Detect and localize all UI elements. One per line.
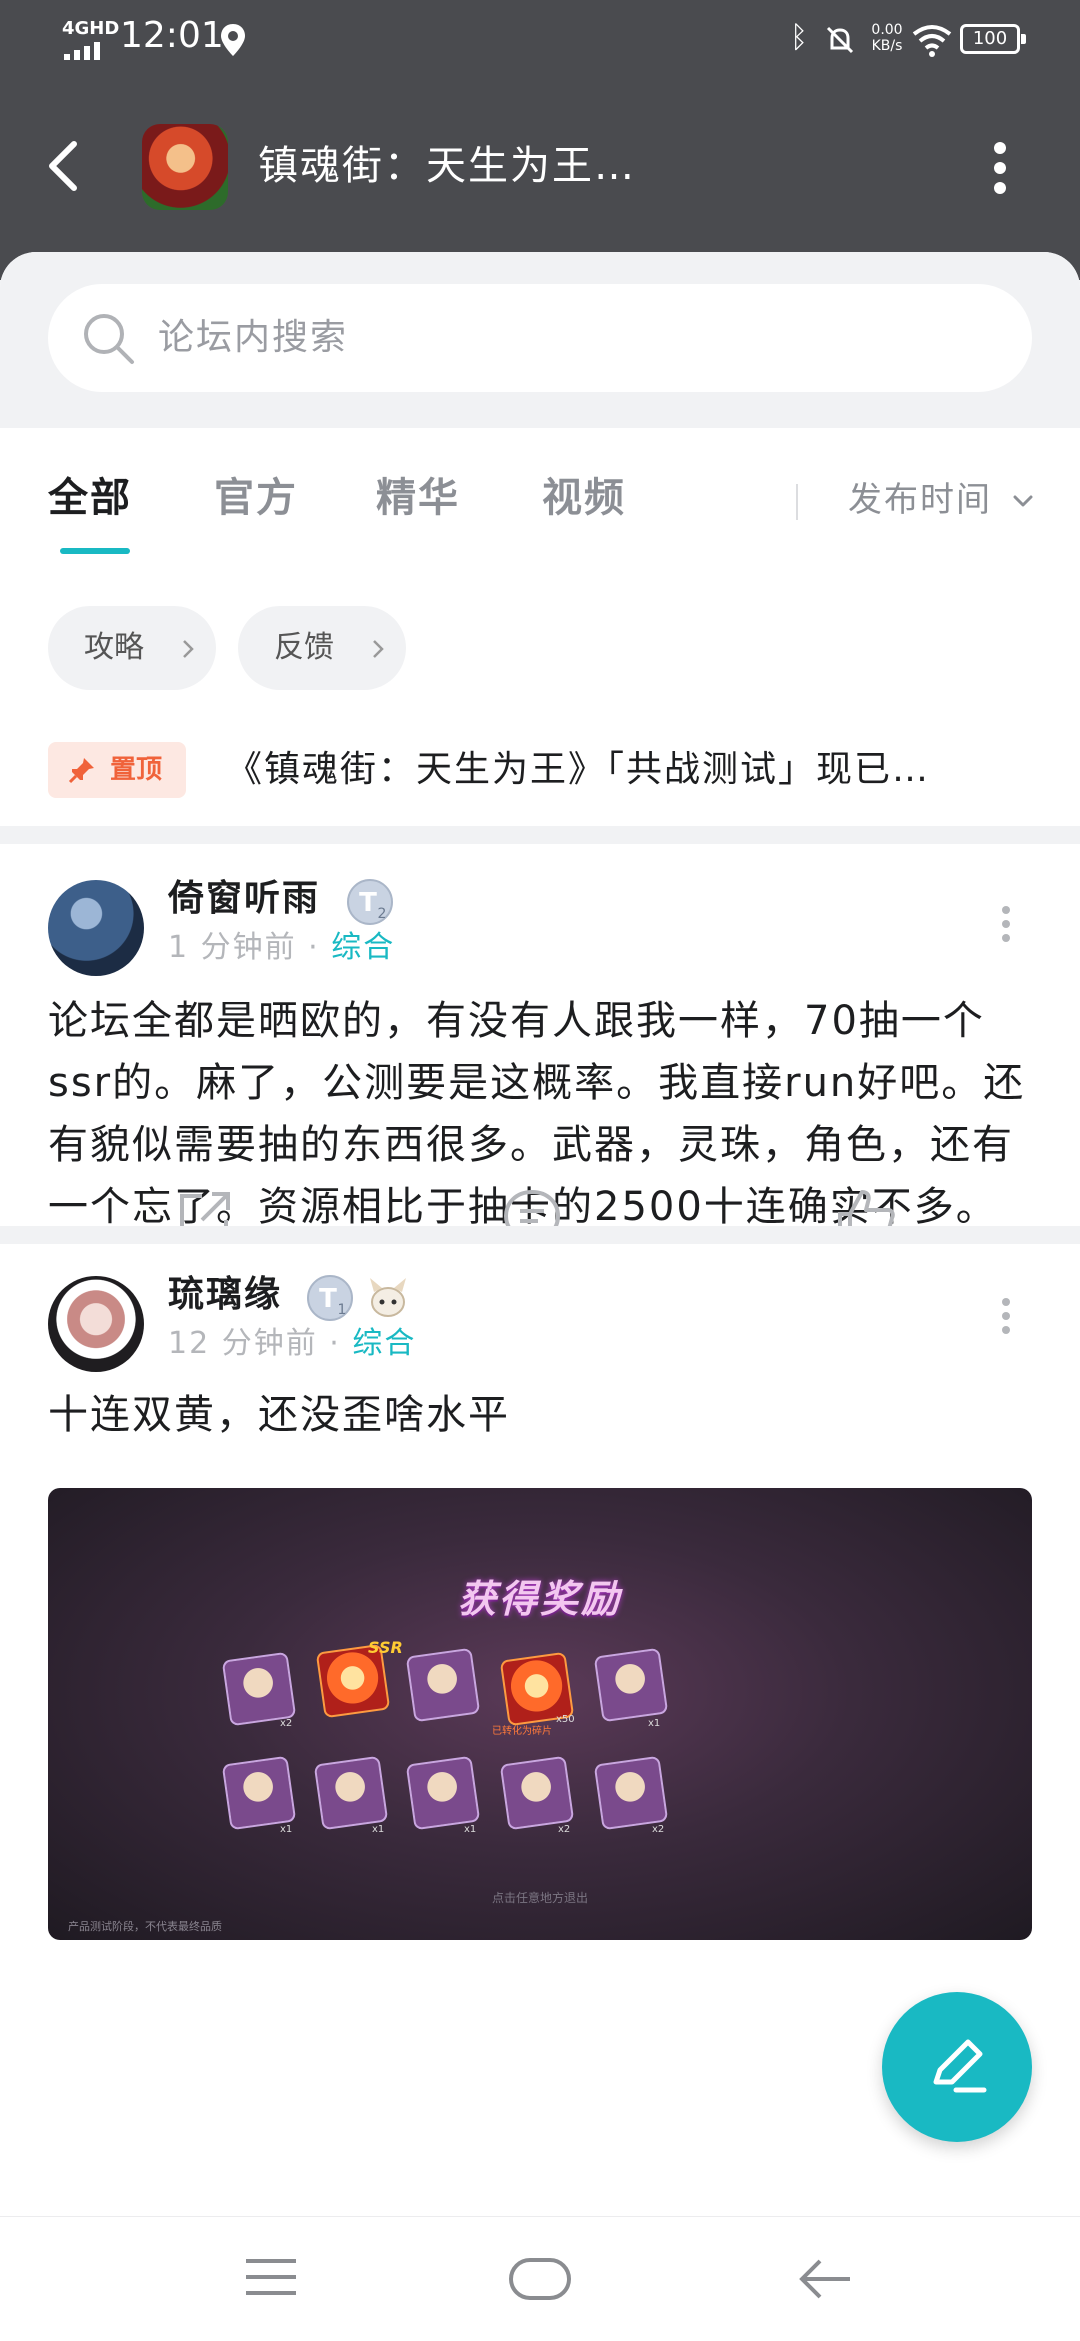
meta-separator: · xyxy=(308,930,320,965)
author-name[interactable]: 琉璃缘 xyxy=(168,1272,282,1318)
menu-icon[interactable] xyxy=(244,2257,298,2297)
back-arrow-icon[interactable] xyxy=(40,136,90,196)
reward-count: x1 xyxy=(648,1718,661,1729)
reward-count: x2 xyxy=(652,1824,665,1835)
image-footer-note: 产品测试阶段，不代表最终品质 xyxy=(68,1920,222,1933)
chip-label: 攻略 xyxy=(84,630,144,665)
chip-label: 反馈 xyxy=(274,630,334,665)
author-name[interactable]: 倚窗听雨 xyxy=(168,876,320,922)
tab-video[interactable]: 视频 xyxy=(542,472,626,524)
app-header: 4GHD 12:01 ᛒ 0.00 KB/s 100 镇魂街：天生为王… xyxy=(0,0,1080,280)
chevron-right-icon xyxy=(373,640,384,658)
image-exit-hint: 点击任意地方退出 xyxy=(491,1891,588,1905)
compose-button[interactable] xyxy=(882,1992,1032,2142)
avatar[interactable] xyxy=(48,880,144,976)
battery-indicator: 100 xyxy=(960,24,1026,54)
divider xyxy=(796,484,798,520)
svg-text:1: 1 xyxy=(338,1302,347,1318)
wifi-icon xyxy=(912,25,952,57)
image-reward-title: 获得奖励 xyxy=(457,1577,622,1621)
reward-card xyxy=(313,1755,389,1831)
system-navigation-bar xyxy=(0,2216,1080,2341)
level-badge-icon: T 2 xyxy=(347,879,393,925)
pinned-title: 《镇魂街：天生为王》「共战测试」现已… xyxy=(226,749,931,790)
post-more-icon[interactable] xyxy=(1000,1296,1012,1336)
system-back-icon[interactable] xyxy=(798,2257,852,2301)
tab-bar: 全部 官方 精华 视频 发布时间 xyxy=(0,428,1080,558)
search-icon xyxy=(84,314,134,364)
post-body[interactable]: 十连双黄，还没歪啥水平 xyxy=(48,1384,1038,1446)
post-time: 12 分钟前 xyxy=(168,1326,318,1361)
compose-pen-icon xyxy=(933,2039,987,2093)
post-card[interactable]: 倚窗听雨 T 2 1 分钟前 · 综合 论坛全都是晒欧的，有没有人跟我一样，70… xyxy=(0,844,1080,1292)
post-card[interactable]: 琉璃缘 T 1 12 分钟前 · 综合 十连双黄，还没歪啥水平 获得奖励 SSR xyxy=(0,1244,1080,2292)
converted-note: 已转化为碎片 xyxy=(492,1726,552,1737)
reward-card xyxy=(221,1755,297,1831)
reward-count: x1 xyxy=(280,1824,293,1835)
mute-bell-icon xyxy=(826,26,854,54)
pinned-badge-label: 置顶 xyxy=(110,755,163,785)
avatar[interactable] xyxy=(48,1276,144,1372)
post-image[interactable]: 获得奖励 SSR 已转化为碎片 x2 x50 x1 x1 x1 x1 x2 x2… xyxy=(48,1488,1032,1940)
network-type: 4GHD xyxy=(62,18,120,39)
reward-card xyxy=(593,1755,669,1831)
section-divider xyxy=(0,1226,1080,1244)
location-icon xyxy=(221,24,245,56)
tab-official[interactable]: 官方 xyxy=(214,472,298,524)
chip-feedback[interactable]: 反馈 xyxy=(238,606,406,690)
chevron-right-icon xyxy=(183,640,194,658)
pin-icon xyxy=(68,758,94,784)
bluetooth-icon: ᛒ xyxy=(790,20,808,55)
sort-dropdown[interactable]: 发布时间 xyxy=(848,476,992,524)
tab-all[interactable]: 全部 xyxy=(48,472,132,524)
net-speed: 0.00 KB/s xyxy=(860,22,914,54)
more-vertical-icon[interactable] xyxy=(990,140,1010,196)
reward-count: x2 xyxy=(280,1718,293,1729)
reward-card xyxy=(405,1755,481,1831)
svg-text:2: 2 xyxy=(378,906,387,922)
section-divider xyxy=(0,826,1080,844)
post-meta: 1 分钟前 · 综合 xyxy=(168,928,395,968)
post-more-icon[interactable] xyxy=(1000,904,1012,944)
reward-count: x1 xyxy=(372,1824,385,1835)
page-title: 镇魂街：天生为王… xyxy=(258,143,636,189)
chip-guides[interactable]: 攻略 xyxy=(48,606,216,690)
home-icon[interactable] xyxy=(508,2257,572,2301)
reward-count: x1 xyxy=(464,1824,477,1835)
reward-count: x50 xyxy=(556,1714,575,1725)
forum-content: 论坛内搜索 全部 官方 精华 视频 发布时间 攻略 反馈 置顶 《镇魂街：天生为… xyxy=(0,252,1080,2292)
search-input[interactable]: 论坛内搜索 xyxy=(48,284,1032,392)
level-badge-icon: T 1 xyxy=(307,1275,353,1321)
post-category[interactable]: 综合 xyxy=(331,930,395,965)
chevron-down-icon[interactable] xyxy=(1012,494,1034,508)
tab-featured[interactable]: 精华 xyxy=(376,472,460,524)
pinned-post[interactable]: 置顶 《镇魂街：天生为王》「共战测试」现已… xyxy=(0,742,1080,822)
post-category[interactable]: 综合 xyxy=(352,1326,416,1361)
search-area: 论坛内搜索 xyxy=(0,252,1080,428)
signal-icon xyxy=(64,42,100,60)
search-placeholder: 论坛内搜索 xyxy=(158,317,349,358)
pinned-badge: 置顶 xyxy=(48,742,186,798)
net-speed-value: 0.00 xyxy=(871,22,903,38)
svg-text:T: T xyxy=(319,1284,337,1314)
status-bar: 4GHD 12:01 ᛒ 0.00 KB/s 100 xyxy=(0,0,1080,80)
net-speed-unit: KB/s xyxy=(871,38,903,54)
reward-card xyxy=(221,1651,297,1727)
post-meta: 12 分钟前 · 综合 xyxy=(168,1324,416,1364)
ssr-tag: SSR xyxy=(368,1638,403,1657)
reward-card xyxy=(593,1647,669,1723)
active-tab-indicator xyxy=(60,548,130,554)
game-icon[interactable] xyxy=(142,124,228,210)
mascot-badge-icon xyxy=(370,1278,406,1317)
clock: 12:01 xyxy=(120,15,224,56)
reward-count: x2 xyxy=(558,1824,571,1835)
reward-card xyxy=(499,1755,575,1831)
reward-card xyxy=(405,1647,481,1723)
meta-separator: · xyxy=(329,1326,341,1361)
post-time: 1 分钟前 xyxy=(168,930,297,965)
svg-text:T: T xyxy=(359,888,377,918)
